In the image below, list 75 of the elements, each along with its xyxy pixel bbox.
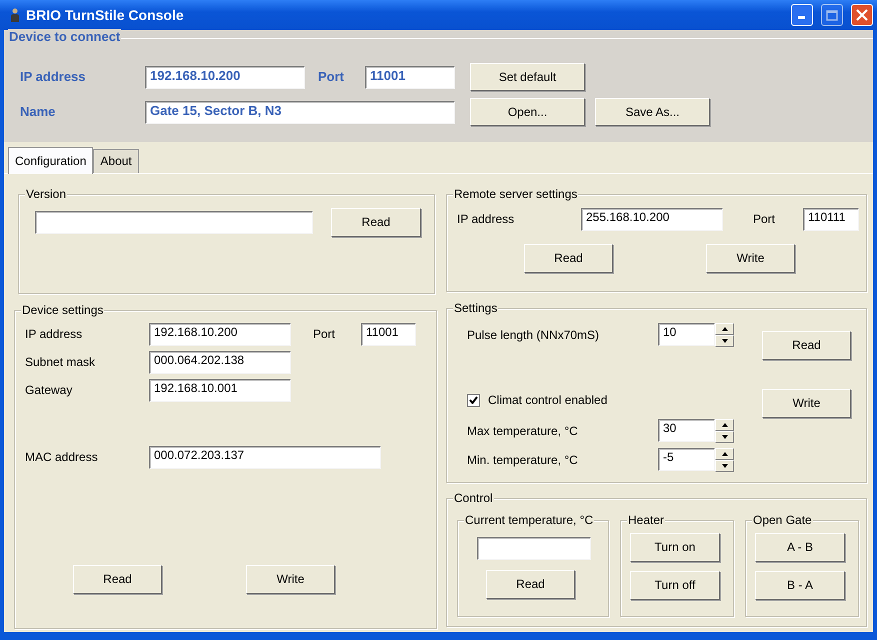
input-field[interactable]: 255.168.10.200 bbox=[581, 208, 723, 231]
down-arrow-icon bbox=[722, 464, 728, 468]
tab[interactable]: Configuration bbox=[8, 147, 94, 174]
group-title: Device settings bbox=[21, 303, 104, 318]
field-label: Port bbox=[753, 212, 776, 227]
spin-down-button[interactable] bbox=[715, 335, 734, 347]
checkbox[interactable] bbox=[467, 394, 480, 406]
button[interactable]: Turn on bbox=[630, 533, 720, 562]
button[interactable]: A - B bbox=[755, 533, 845, 562]
close-button[interactable] bbox=[851, 4, 873, 26]
group-title: Open Gate bbox=[752, 513, 813, 528]
group-title: Version bbox=[25, 187, 68, 202]
field-label: Port bbox=[313, 327, 336, 342]
field-label: Max temperature, °C bbox=[467, 424, 579, 438]
button[interactable]: Read bbox=[486, 570, 575, 599]
button[interactable]: Turn off bbox=[630, 571, 720, 600]
button[interactable]: B - A bbox=[755, 571, 845, 600]
down-arrow-icon bbox=[722, 339, 728, 343]
input-field[interactable]: 000.064.202.138 bbox=[149, 351, 291, 374]
input-field[interactable]: 192.168.10.200 bbox=[145, 66, 305, 88]
up-arrow-icon bbox=[722, 423, 728, 427]
button[interactable]: Open... bbox=[470, 98, 585, 126]
field-label: Subnet mask bbox=[25, 355, 96, 370]
input-field[interactable]: 30 bbox=[658, 419, 715, 442]
button[interactable]: Read bbox=[524, 244, 613, 273]
group-title: Settings bbox=[453, 301, 498, 316]
field-label: Pulse length (NNx70mS) bbox=[467, 328, 600, 342]
spin-up-button[interactable] bbox=[715, 448, 734, 460]
spin-down-button[interactable] bbox=[715, 460, 734, 472]
tab[interactable]: About bbox=[93, 149, 139, 173]
input-field[interactable]: 192.168.10.001 bbox=[149, 379, 291, 402]
field-label: IP address bbox=[20, 69, 87, 85]
input-field[interactable] bbox=[477, 537, 591, 560]
input-field[interactable]: 000.072.203.137 bbox=[149, 446, 381, 469]
spin-up-button[interactable] bbox=[715, 419, 734, 431]
down-arrow-icon bbox=[722, 435, 728, 439]
button[interactable]: Write bbox=[762, 389, 851, 418]
up-arrow-icon bbox=[722, 452, 728, 456]
field-label: Gateway bbox=[25, 383, 74, 398]
spin-up-button[interactable] bbox=[715, 323, 734, 335]
spin-down-button[interactable] bbox=[715, 431, 734, 443]
button[interactable]: Read bbox=[331, 208, 421, 237]
field-label: Port bbox=[318, 69, 345, 85]
input-field[interactable] bbox=[35, 211, 313, 234]
group-title: Control bbox=[453, 491, 494, 506]
maximize-icon bbox=[826, 10, 838, 20]
button[interactable]: Read bbox=[73, 565, 162, 594]
group-title: Remote server settings bbox=[453, 187, 578, 202]
input-field[interactable]: -5 bbox=[658, 448, 715, 471]
input-field[interactable]: 11001 bbox=[365, 66, 455, 88]
group-title: Current temperature, °C bbox=[464, 513, 594, 528]
input-field[interactable]: Gate 15, Sector B, N3 bbox=[145, 100, 455, 124]
button[interactable]: Set default bbox=[470, 63, 585, 91]
input-field[interactable]: 192.168.10.200 bbox=[149, 323, 291, 346]
up-arrow-icon bbox=[722, 327, 728, 331]
person-icon bbox=[10, 8, 20, 22]
close-icon bbox=[856, 9, 868, 21]
button[interactable]: Read bbox=[762, 331, 851, 360]
field-label: Name bbox=[20, 104, 56, 120]
maximize-button[interactable] bbox=[821, 4, 843, 26]
input-field[interactable]: 110111 bbox=[803, 208, 859, 231]
field-label: MAC address bbox=[25, 450, 99, 465]
field-label: Min. temperature, °C bbox=[467, 452, 579, 468]
input-field[interactable]: 11001 bbox=[361, 323, 416, 346]
checkbox-label: Climat control enabled bbox=[488, 392, 608, 408]
button[interactable]: Write bbox=[246, 565, 335, 594]
field-label: IP address bbox=[25, 327, 84, 342]
input-field[interactable]: 10 bbox=[658, 323, 715, 346]
field-label: IP address bbox=[457, 212, 516, 227]
button[interactable]: Write bbox=[706, 244, 795, 273]
check-icon bbox=[469, 396, 478, 404]
window-title: BRIO TurnStile Console bbox=[26, 6, 184, 24]
button[interactable]: Save As... bbox=[595, 98, 710, 126]
group-title: Heater bbox=[627, 513, 666, 528]
minimize-button[interactable] bbox=[791, 4, 813, 26]
